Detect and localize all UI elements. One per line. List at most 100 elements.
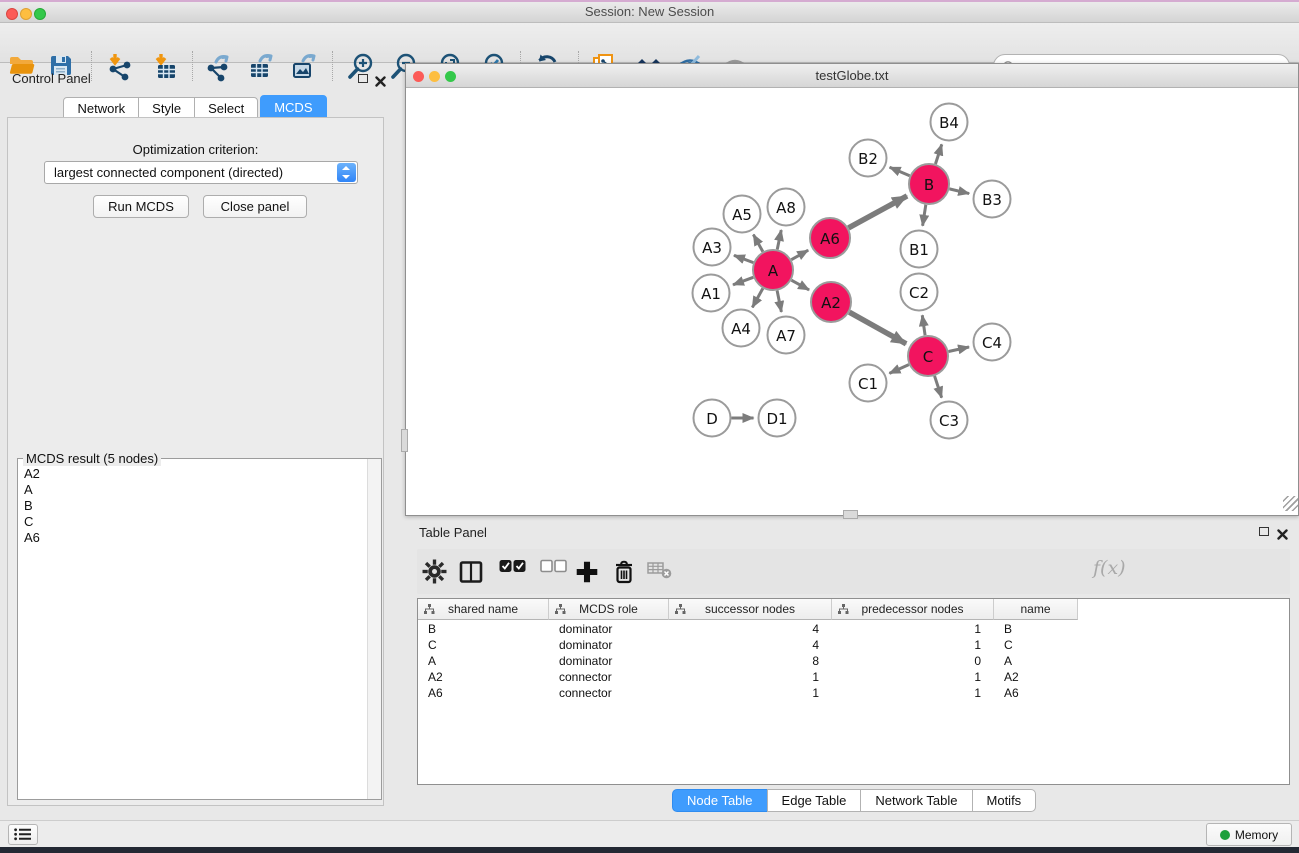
task-history-button[interactable] [8, 824, 38, 845]
graph-node-D1[interactable]: D1 [759, 400, 796, 437]
splitter-grip-left[interactable] [401, 429, 408, 452]
edge-B-B3[interactable] [949, 189, 969, 194]
graph-node-A2[interactable]: A2 [811, 282, 851, 322]
cell-predecessor-nodes[interactable]: 0 [832, 653, 994, 669]
table-row[interactable]: Cdominator41C [418, 637, 1078, 653]
export-image-icon[interactable] [289, 52, 319, 82]
edge-A-A5[interactable] [753, 235, 762, 252]
table-panel-float-icon[interactable] [1259, 527, 1269, 536]
cell-shared-name[interactable]: A2 [418, 669, 549, 685]
cell-shared-name[interactable]: C [418, 637, 549, 653]
control-panel-close-icon[interactable] [375, 74, 386, 85]
import-table-icon[interactable] [151, 52, 181, 82]
cell-successor-nodes[interactable]: 4 [669, 637, 832, 653]
edge-A-A3[interactable] [734, 255, 753, 262]
cell-predecessor-nodes[interactable]: 1 [832, 637, 994, 653]
edge-A-A7[interactable] [777, 291, 781, 312]
graph-node-B[interactable]: B [909, 164, 949, 204]
table-row[interactable]: A2connector11A2 [418, 669, 1078, 685]
tab-network-table[interactable]: Network Table [860, 789, 972, 812]
run-mcds-button[interactable]: Run MCDS [93, 195, 189, 218]
column-header-shared-name[interactable]: shared name [418, 599, 549, 620]
cell-shared-name[interactable]: B [418, 621, 549, 637]
cell-name[interactable]: C [994, 637, 1078, 653]
column-header-predecessor-nodes[interactable]: predecessor nodes [832, 599, 994, 620]
edge-A-A1[interactable] [733, 277, 753, 285]
export-table-icon[interactable] [246, 52, 276, 82]
graph-node-A5[interactable]: A5 [724, 196, 761, 233]
cell-MCDS-role[interactable]: dominator [549, 653, 669, 669]
edge-B-B2[interactable] [890, 167, 910, 176]
edge-C-C4[interactable] [949, 347, 970, 351]
cell-shared-name[interactable]: A [418, 653, 549, 669]
result-scrollbar-track[interactable] [367, 459, 381, 799]
table-settings-gear-icon[interactable] [422, 559, 448, 585]
graph-node-A8[interactable]: A8 [768, 189, 805, 226]
network-canvas[interactable]: B4B2BB3A8A5A6A3B1AC2A1A2A4A7C4CC1C3DD1 [406, 88, 1298, 515]
cell-MCDS-role[interactable]: dominator [549, 621, 669, 637]
splitter-grip-bottom[interactable] [843, 510, 858, 519]
mcds-result-item[interactable]: A6 [24, 530, 367, 546]
edge-B-B1[interactable] [923, 205, 926, 226]
mcds-result-item[interactable]: A [24, 482, 367, 498]
network-minimize-button[interactable] [429, 71, 440, 82]
edge-A6-B[interactable] [848, 196, 907, 228]
edge-A-A6[interactable] [791, 250, 808, 259]
cell-MCDS-role[interactable]: connector [549, 685, 669, 701]
edge-A2-C[interactable] [849, 312, 906, 344]
memory-button[interactable]: Memory [1206, 823, 1292, 846]
cell-successor-nodes[interactable]: 1 [669, 669, 832, 685]
tab-node-table[interactable]: Node Table [672, 789, 768, 812]
minimize-window-button[interactable] [20, 8, 32, 20]
graph-node-A1[interactable]: A1 [693, 275, 730, 312]
graph-node-D[interactable]: D [694, 400, 731, 437]
graph-node-A[interactable]: A [753, 250, 793, 290]
edge-C-C2[interactable] [922, 315, 925, 335]
mcds-result-item[interactable]: C [24, 514, 367, 530]
zoom-window-button[interactable] [34, 8, 46, 20]
import-network-icon[interactable] [105, 52, 135, 82]
graph-node-B2[interactable]: B2 [850, 140, 887, 177]
edge-A-A2[interactable] [791, 280, 809, 290]
graph-node-C[interactable]: C [908, 336, 948, 376]
add-column-icon[interactable] [574, 559, 600, 585]
cell-name[interactable]: A6 [994, 685, 1078, 701]
deselect-all-icon[interactable] [540, 559, 566, 585]
edge-C-C1[interactable] [889, 365, 908, 374]
network-zoom-button[interactable] [445, 71, 456, 82]
column-visibility-icon[interactable] [458, 559, 484, 585]
node-table[interactable]: shared nameMCDS rolesuccessor nodesprede… [417, 598, 1290, 785]
table-row[interactable]: A6connector11A6 [418, 685, 1078, 701]
graph-node-C4[interactable]: C4 [974, 324, 1011, 361]
cell-name[interactable]: A [994, 653, 1078, 669]
graph-node-A6[interactable]: A6 [810, 218, 850, 258]
table-panel-close-icon[interactable] [1277, 527, 1288, 538]
close-window-button[interactable] [6, 8, 18, 20]
cell-predecessor-nodes[interactable]: 1 [832, 621, 994, 637]
column-header-MCDS-role[interactable]: MCDS role [549, 599, 669, 620]
graph-node-A3[interactable]: A3 [694, 229, 731, 266]
network-graph[interactable]: B4B2BB3A8A5A6A3B1AC2A1A2A4A7C4CC1C3DD1 [406, 88, 1298, 515]
cell-successor-nodes[interactable]: 4 [669, 621, 832, 637]
column-header-successor-nodes[interactable]: successor nodes [669, 599, 832, 620]
edge-C-C3[interactable] [935, 376, 942, 398]
edge-A-A8[interactable] [777, 230, 781, 249]
select-stepper-icon[interactable] [337, 163, 356, 182]
graph-node-A4[interactable]: A4 [723, 310, 760, 347]
cell-successor-nodes[interactable]: 8 [669, 653, 832, 669]
cell-successor-nodes[interactable]: 1 [669, 685, 832, 701]
mcds-result-item[interactable]: B [24, 498, 367, 514]
network-close-button[interactable] [413, 71, 424, 82]
edge-B-B4[interactable] [935, 144, 941, 164]
network-window-titlebar[interactable]: testGlobe.txt [406, 64, 1298, 88]
cell-shared-name[interactable]: A6 [418, 685, 549, 701]
tab-edge-table[interactable]: Edge Table [767, 789, 862, 812]
graph-node-B3[interactable]: B3 [974, 181, 1011, 218]
table-row[interactable]: Adominator80A [418, 653, 1078, 669]
cell-predecessor-nodes[interactable]: 1 [832, 685, 994, 701]
export-network-icon[interactable] [203, 52, 233, 82]
close-panel-button[interactable]: Close panel [203, 195, 307, 218]
select-all-check-icon[interactable] [499, 559, 525, 585]
mcds-result-item[interactable]: A2 [24, 466, 367, 482]
window-resize-grip[interactable] [1283, 496, 1298, 511]
